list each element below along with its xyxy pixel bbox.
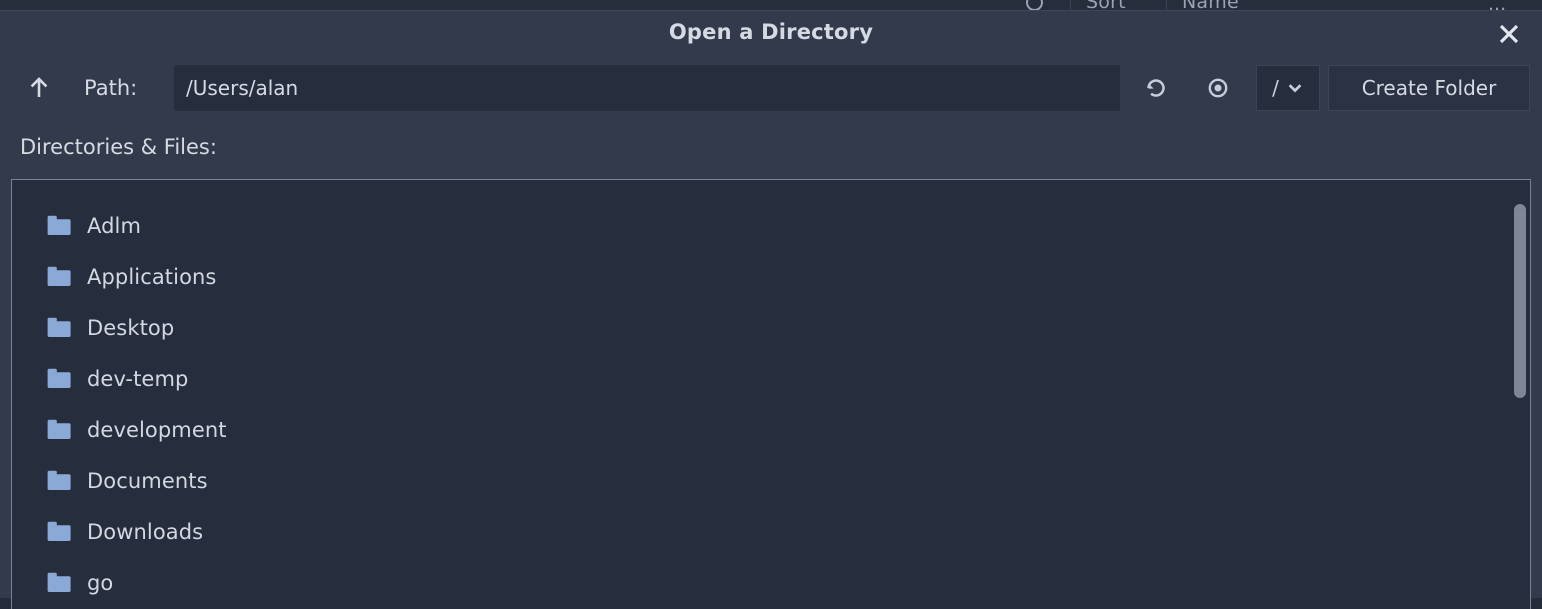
toggle-hidden-files-button[interactable] [1197, 67, 1239, 109]
folder-icon [47, 215, 71, 235]
directory-list-item-label: Desktop [87, 315, 175, 340]
overflow-menu-icon: ... [1488, 0, 1506, 10]
arrow-up-icon [30, 77, 48, 97]
directory-list-item[interactable]: Desktop [12, 302, 1530, 353]
directory-list-item[interactable]: go [12, 557, 1530, 608]
folder-icon [47, 266, 71, 286]
folder-icon [47, 572, 71, 592]
eye-icon [1208, 78, 1228, 98]
open-directory-dialog: Open a Directory Path: /Users/alan / Cre… [0, 10, 1542, 609]
refresh-button[interactable] [1135, 67, 1177, 109]
list-scrollbar[interactable] [1513, 182, 1527, 609]
toolbar-separator [1166, 0, 1167, 10]
directory-list-item-label: Adlm [87, 213, 142, 238]
path-toolbar: Path: / Create Folder [0, 57, 1542, 119]
background-name-label: Name [1182, 0, 1239, 10]
chevron-down-icon [1288, 84, 1302, 93]
background-window: Sort Name ... [0, 0, 1542, 10]
folder-icon [47, 419, 71, 439]
directories-files-label: Directories & Files: [20, 135, 217, 159]
directory-list-item-label: development [87, 417, 227, 442]
toolbar-separator [1070, 0, 1071, 10]
directory-list-item[interactable]: development [12, 404, 1530, 455]
directory-list-item[interactable]: Downloads [12, 506, 1530, 557]
list-scrollbar-thumb[interactable] [1514, 204, 1526, 398]
parent-directory-button[interactable] [20, 69, 58, 107]
search-icon [1026, 0, 1043, 10]
directory-list-item-label: Applications [87, 264, 217, 289]
directory-list-item[interactable]: Documents [12, 455, 1530, 506]
directory-list-item[interactable]: Adlm [12, 200, 1530, 251]
create-folder-button[interactable]: Create Folder [1328, 65, 1530, 111]
dialog-title: Open a Directory [668, 20, 874, 44]
directory-list-item-label: Documents [87, 468, 208, 493]
directory-list-item-label: dev-temp [87, 366, 189, 391]
root-directory-select[interactable]: / [1256, 65, 1320, 111]
dialog-titlebar: Open a Directory [0, 11, 1542, 57]
path-label: Path: [84, 76, 138, 100]
root-select-value: / [1272, 76, 1279, 100]
folder-icon [47, 368, 71, 388]
background-sort-label: Sort [1086, 0, 1126, 10]
close-button[interactable] [1488, 15, 1530, 53]
path-input[interactable] [174, 65, 1120, 111]
background-window-toolbar [0, 0, 1542, 10]
directory-list-item[interactable]: Applications [12, 251, 1530, 302]
refresh-icon [1147, 79, 1165, 97]
folder-icon [47, 317, 71, 337]
folder-icon [47, 521, 71, 541]
directory-list-item-label: Downloads [87, 519, 204, 544]
directory-listing[interactable]: Adlm Applications Desktop dev-temp developme… [11, 179, 1531, 609]
directory-list-item-label: go [87, 570, 114, 595]
directory-listing-items: Adlm Applications Desktop dev-temp developme… [12, 180, 1530, 608]
directory-list-item[interactable]: dev-temp [12, 353, 1530, 404]
folder-icon [47, 470, 71, 490]
